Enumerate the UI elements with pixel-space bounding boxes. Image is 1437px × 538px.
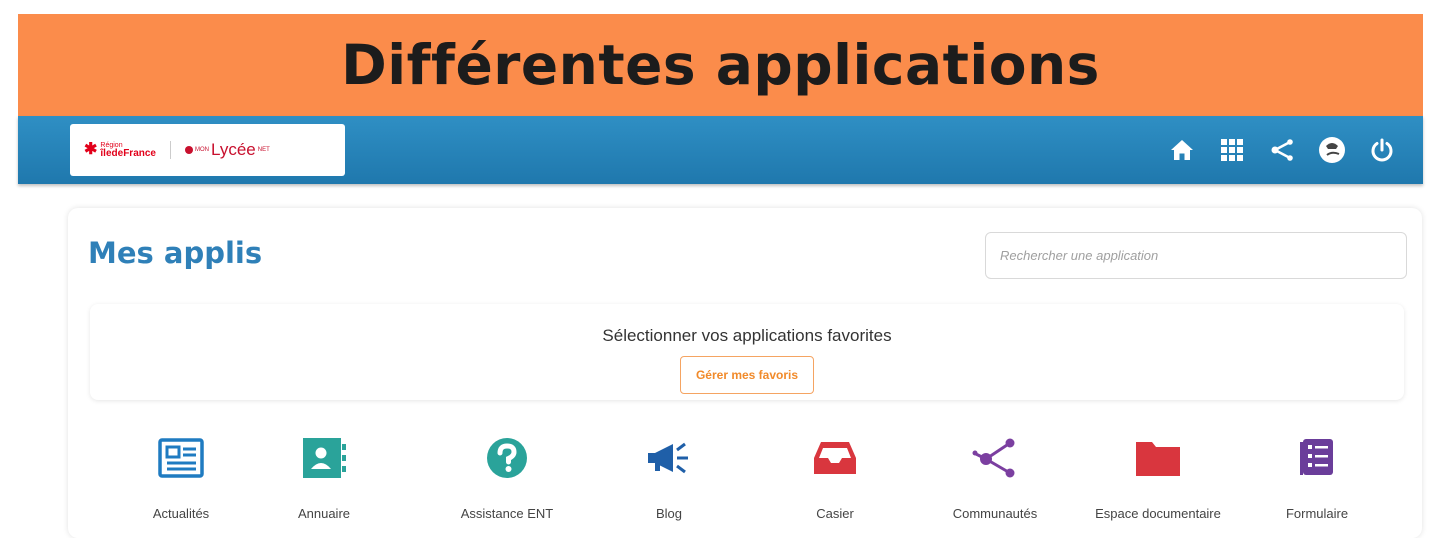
favorites-text: Sélectionner vos applications favorites [602, 326, 892, 345]
region-name-text: îledeFrance [100, 147, 156, 159]
avatar-icon[interactable] [1315, 133, 1349, 167]
share-icon[interactable] [1265, 133, 1299, 167]
monlycee-mon-text: MON [195, 147, 209, 153]
apps-grid: Actualités Annuaire Assistance ENT Blog … [68, 436, 1422, 538]
app-label: Communautés [952, 506, 1038, 521]
newspaper-icon [106, 436, 256, 480]
logo-card[interactable]: ✱ Région îledeFrance MON Lycée NET [70, 124, 345, 176]
page-title: Mes applis [88, 236, 263, 270]
app-label: Formulaire [1285, 506, 1349, 521]
app-blog[interactable]: Blog [594, 436, 744, 523]
monlycee-dot-icon [185, 146, 193, 154]
monlycee-net-text: NET [257, 147, 270, 153]
manage-favorites-button[interactable]: Gérer mes favoris [679, 356, 815, 394]
app-label: Casier [816, 506, 854, 521]
app-actualites[interactable]: Actualités [106, 436, 256, 523]
favorites-box: Sélectionner vos applications favorites … [90, 304, 1404, 400]
apps-panel: Mes applis Sélectionner vos applications… [68, 208, 1422, 538]
nav-icons [1165, 133, 1399, 167]
app-espace-documentaire[interactable]: Espace documentaire [1083, 436, 1233, 523]
app-label: Espace documentaire [1095, 506, 1221, 521]
folder-icon [1083, 436, 1233, 480]
apps-grid-icon[interactable] [1215, 133, 1249, 167]
banner: Différentes applications [18, 14, 1423, 116]
home-icon[interactable] [1165, 133, 1199, 167]
question-icon [432, 436, 582, 480]
monlycee-main-text: Lycée [211, 140, 256, 159]
app-formulaire[interactable]: Formulaire [1242, 436, 1392, 523]
app-assistance-ent[interactable]: Assistance ENT [432, 436, 582, 523]
region-logo: ✱ Région îledeFrance [84, 142, 156, 159]
banner-title: Différentes applications [341, 33, 1100, 97]
contact-book-icon [249, 436, 399, 480]
app-annuaire[interactable]: Annuaire [249, 436, 399, 523]
power-icon[interactable] [1365, 133, 1399, 167]
form-list-icon [1242, 436, 1392, 480]
top-navigation-bar: ✱ Région îledeFrance MON Lycée NET [18, 116, 1423, 184]
monlycee-logo: MON Lycée NET [185, 140, 270, 160]
logo-divider [170, 141, 171, 159]
app-label: Blog [655, 506, 683, 521]
region-star-icon: ✱ [84, 141, 98, 158]
search-input[interactable] [985, 232, 1407, 279]
app-label: Assistance ENT [460, 506, 554, 521]
share-network-icon [920, 436, 1070, 480]
app-label: Actualités [152, 506, 210, 521]
megaphone-icon [594, 436, 744, 480]
app-label: Annuaire [297, 506, 351, 521]
app-casier[interactable]: Casier [760, 436, 910, 523]
inbox-tray-icon [760, 436, 910, 480]
app-communautes[interactable]: Communautés [920, 436, 1070, 523]
